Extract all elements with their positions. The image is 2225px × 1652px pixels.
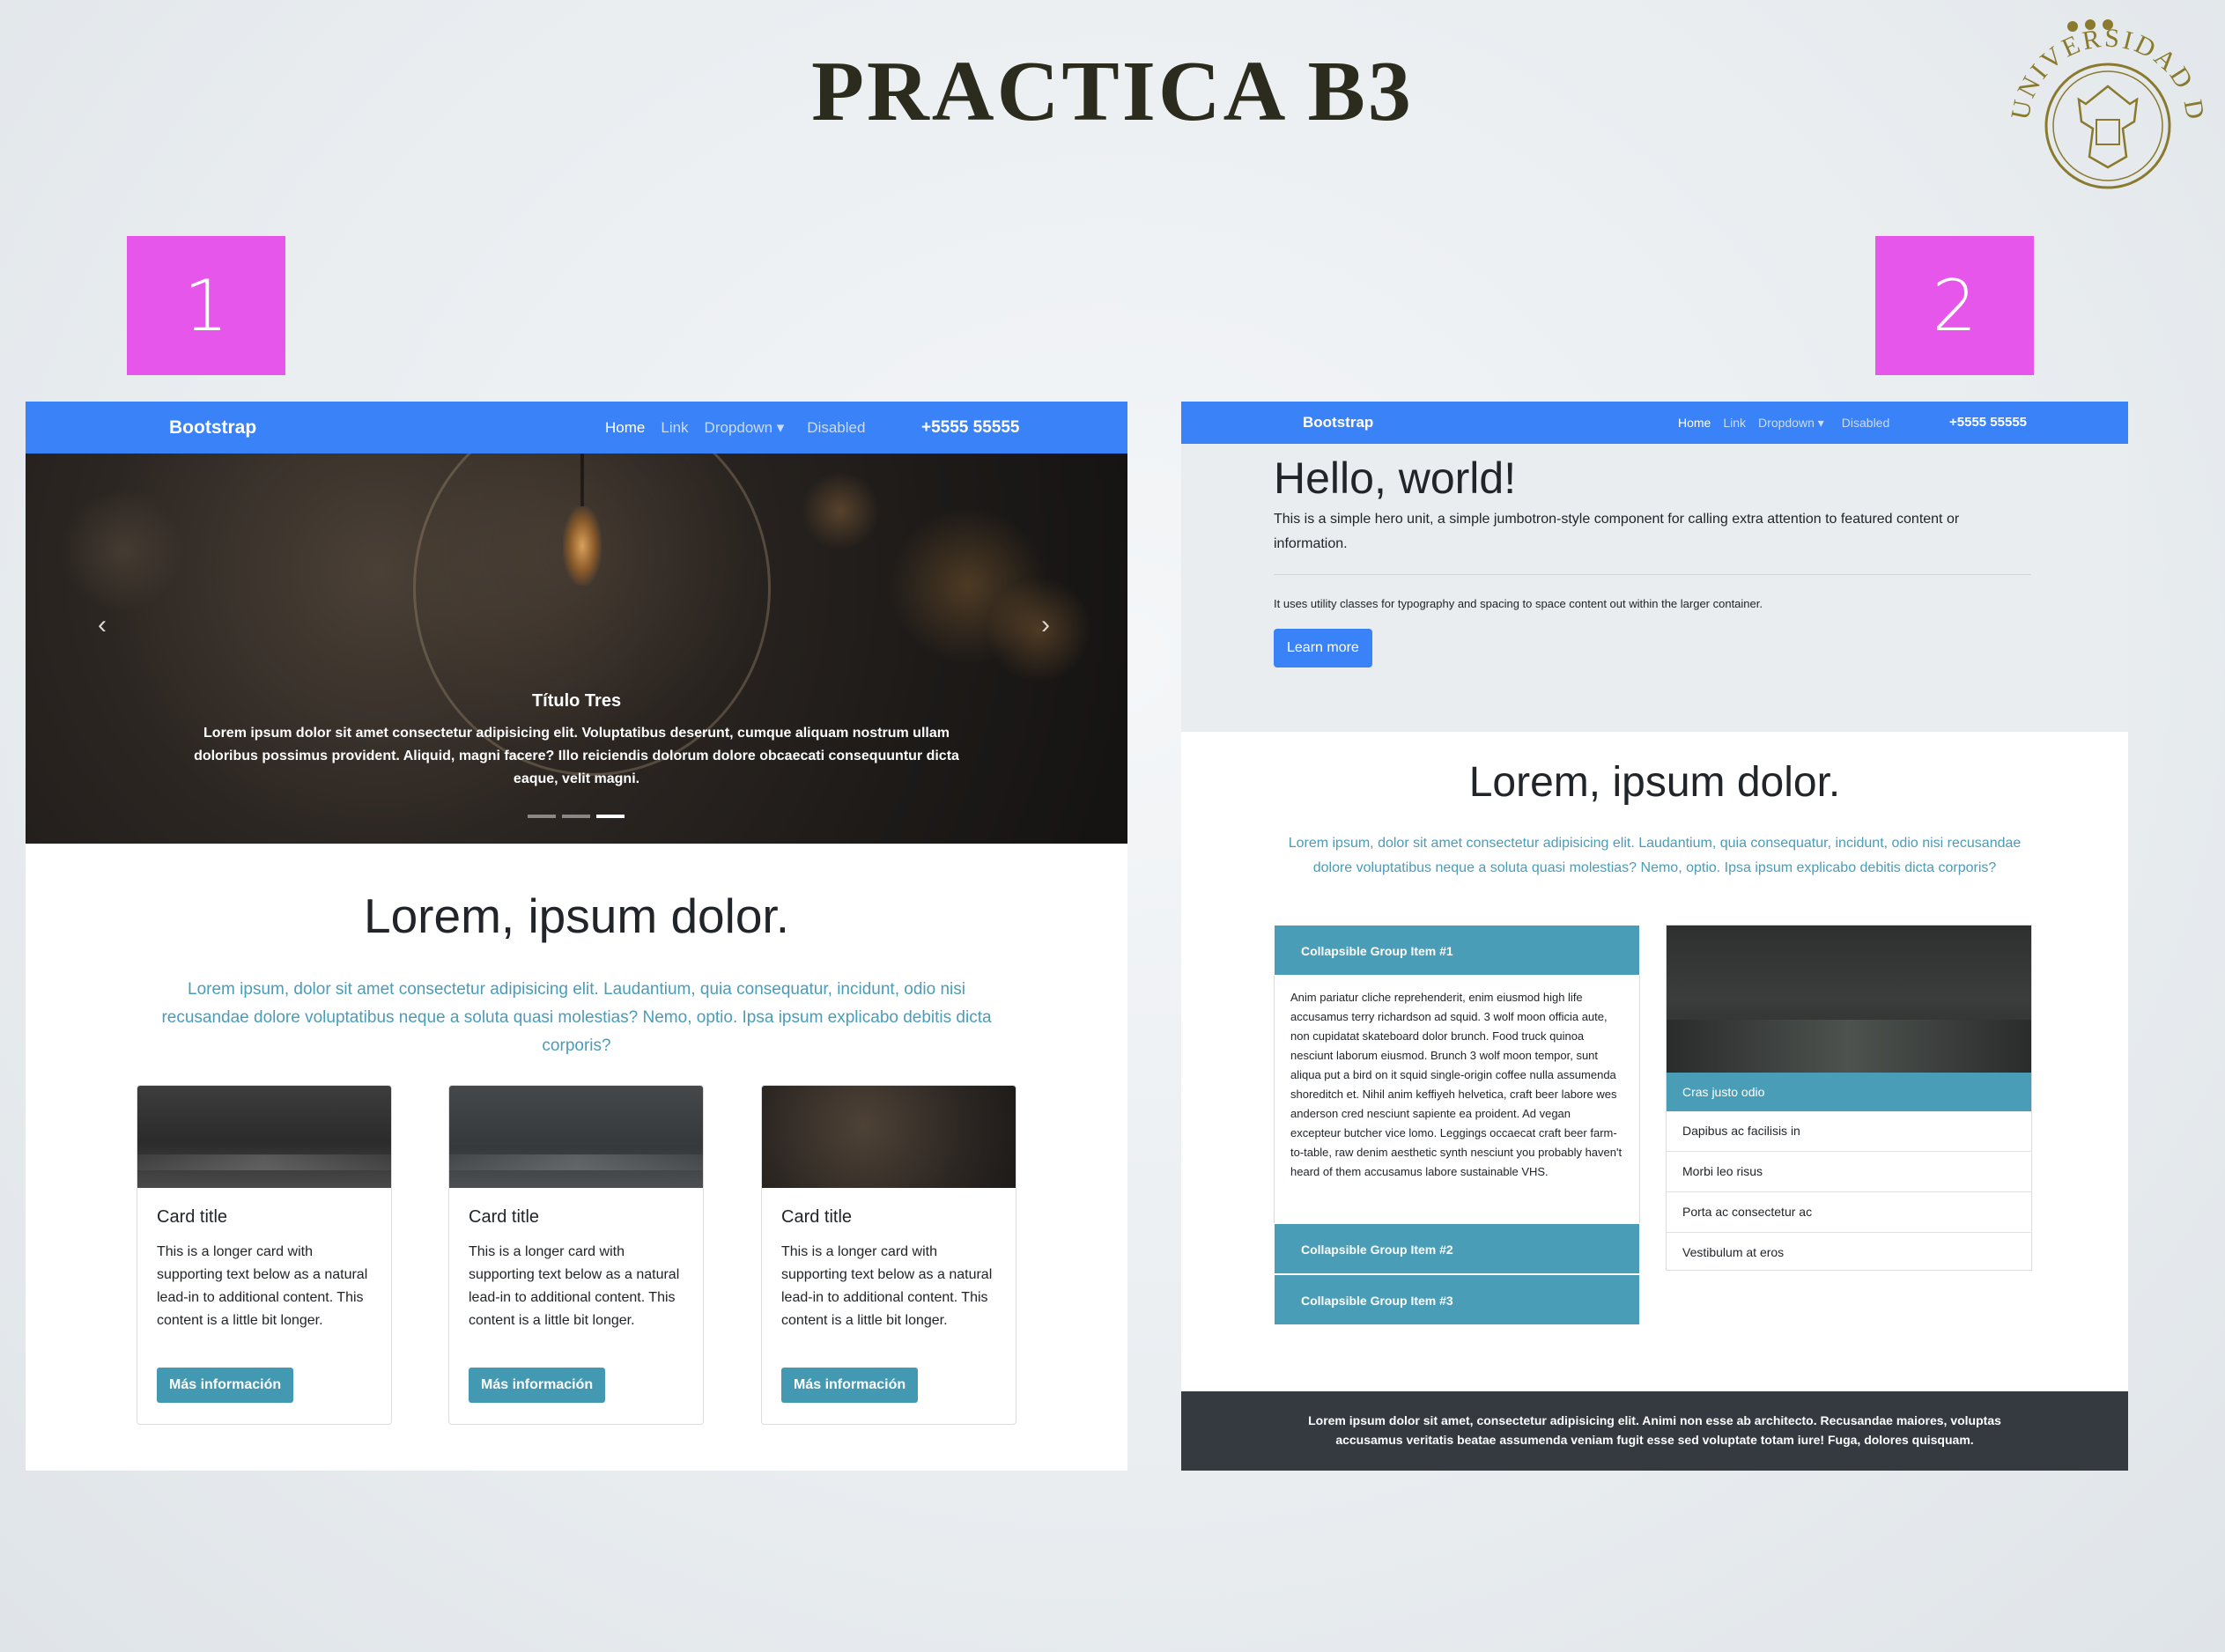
carousel-next-icon[interactable]: ›	[1041, 610, 1050, 640]
nav-link-disabled: Disabled	[1841, 416, 1890, 430]
nav-link-home[interactable]: Home	[605, 402, 645, 454]
label-box-2: 2	[1875, 236, 2034, 375]
carousel-indicator-2[interactable]	[562, 815, 590, 818]
carousel-caption-title: Título Tres	[531, 691, 622, 711]
list-group-active-item[interactable]: Cras justo odio	[1667, 1073, 2031, 1111]
card-image	[762, 1086, 1016, 1188]
screenshot-panel-1: Bootstrap Home Link Dropdown ▾ Disabled …	[26, 402, 1127, 1471]
section-title: Lorem, ipsum dolor.	[1468, 759, 1841, 806]
more-info-button[interactable]: Más información	[157, 1368, 294, 1403]
card-text: This is a longer card with supporting te…	[469, 1244, 680, 1328]
label-box-1: 1	[127, 236, 285, 375]
jumbotron-lead: This is a simple hero unit, a simple jum…	[1274, 512, 1960, 551]
slide-title: PRACTICA B3	[811, 44, 1414, 139]
carousel-caption-text: Lorem ipsum dolor sit amet consectetur a…	[194, 726, 959, 786]
navbar-links: Home Link Dropdown ▾ Disabled	[605, 402, 865, 454]
jumbotron-divider	[1274, 574, 2031, 575]
card-text: This is a longer card with supporting te…	[781, 1244, 993, 1328]
navbar-links: Home Link Dropdown ▾ Disabled	[1678, 402, 1889, 444]
list-group-item[interactable]: Morbi leo risus	[1667, 1151, 2031, 1191]
card-image	[137, 1086, 391, 1188]
card-title: Card title	[157, 1207, 228, 1227]
jumbotron-title: Hello, world!	[1274, 454, 1517, 503]
nav-link-link[interactable]: Link	[661, 402, 688, 454]
navbar: Bootstrap Home Link Dropdown ▾ Disabled …	[1181, 402, 2128, 444]
bokeh-light	[801, 471, 880, 550]
list-group-card: Cras justo odio Dapibus ac facilisis in …	[1666, 925, 2032, 1271]
accordion-header-1[interactable]: Collapsible Group Item #1	[1274, 925, 1640, 976]
bokeh-light	[986, 577, 1091, 682]
navbar-brand[interactable]: Bootstrap	[1303, 402, 1373, 444]
navbar-brand[interactable]: Bootstrap	[169, 402, 256, 454]
carousel-indicator-3[interactable]	[596, 815, 625, 818]
carousel: ‹ › Título Tres Lorem ipsum dolor sit am…	[26, 454, 1127, 844]
nav-link-dropdown[interactable]: Dropdown ▾	[1758, 402, 1824, 444]
learn-more-button[interactable]: Learn more	[1274, 629, 1372, 667]
nav-link-home[interactable]: Home	[1678, 402, 1711, 444]
list-group-item[interactable]: Porta ac consectetur ac	[1667, 1191, 2031, 1232]
navbar: Bootstrap Home Link Dropdown ▾ Disabled …	[26, 402, 1127, 454]
nav-link-dropdown[interactable]: Dropdown ▾	[705, 402, 785, 454]
carousel-prev-icon[interactable]: ‹	[98, 610, 107, 640]
accordion-body-1: Anim pariatur cliche reprehenderit, enim…	[1274, 976, 1640, 1223]
svg-text:UNIVERSIDAD DE COLIMA: UNIVERSIDAD DE COLIMA	[1998, 16, 2210, 124]
section-title: Lorem, ipsum dolor.	[364, 889, 789, 943]
navbar-phone: +5555 55555	[1949, 415, 2028, 430]
card-image	[1667, 926, 2031, 1073]
bokeh-light	[61, 489, 184, 612]
card-image	[449, 1086, 703, 1188]
list-group-item[interactable]: Vestibulum at eros	[1667, 1232, 2031, 1272]
section-lead: Lorem ipsum, dolor sit amet consectetur …	[161, 980, 992, 1055]
more-info-button[interactable]: Más información	[469, 1368, 606, 1403]
nav-link-link[interactable]: Link	[1723, 402, 1746, 444]
carousel-indicator-1[interactable]	[528, 815, 556, 818]
screenshot-panel-2: Bootstrap Home Link Dropdown ▾ Disabled …	[1181, 402, 2128, 1471]
footer: Lorem ipsum dolor sit amet, consectetur …	[1181, 1391, 2128, 1471]
section-lead: Lorem ipsum, dolor sit amet consectetur …	[1288, 836, 2022, 875]
navbar-phone: +5555 55555	[921, 418, 1020, 437]
jumbotron-text: It uses utility classes for typography a…	[1274, 597, 1763, 610]
card-1: Card title This is a longer card with su…	[137, 1085, 392, 1425]
card-2: Card title This is a longer card with su…	[448, 1085, 704, 1425]
card-text: This is a longer card with supporting te…	[157, 1244, 368, 1328]
card-3: Card title This is a longer card with su…	[761, 1085, 1016, 1425]
card-title: Card title	[469, 1207, 540, 1227]
list-group-item[interactable]: Dapibus ac facilisis in	[1667, 1111, 2031, 1151]
university-seal-logo: UNIVERSIDAD DE COLIMA	[1998, 16, 2210, 189]
more-info-button[interactable]: Más información	[781, 1368, 919, 1403]
accordion: Collapsible Group Item #1 Anim pariatur …	[1274, 925, 1640, 1325]
accordion-header-2[interactable]: Collapsible Group Item #2	[1274, 1223, 1640, 1274]
nav-link-disabled: Disabled	[807, 419, 866, 436]
accordion-header-3[interactable]: Collapsible Group Item #3	[1274, 1274, 1640, 1325]
bulb-filament	[563, 506, 602, 586]
card-title: Card title	[781, 1207, 853, 1227]
